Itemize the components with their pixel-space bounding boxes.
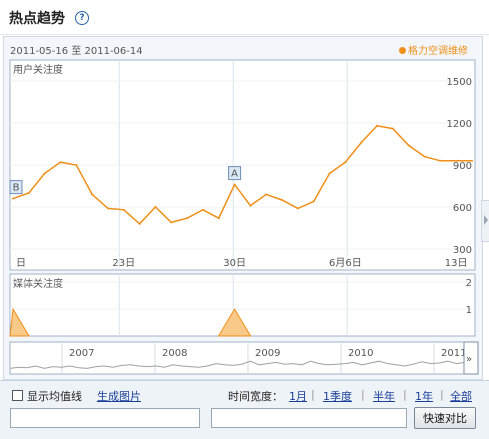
trend-chart: 用户关注度 日 23日 30日 6月6日 13日 300 600 900 1200 1500 B…	[9, 59, 479, 375]
user-data-point	[391, 127, 394, 130]
user-data-point	[376, 124, 379, 127]
user-data-point	[201, 208, 204, 211]
chevron-right-icon	[484, 215, 488, 225]
separator: |	[361, 388, 365, 401]
overview-year-label: 2008	[162, 348, 187, 359]
option-1-month[interactable]: 1月	[289, 388, 307, 404]
quick-compare-button[interactable]: 快速对比	[414, 407, 476, 429]
user-chart-title: 用户关注度	[13, 63, 63, 76]
user-data-point	[186, 217, 189, 220]
user-data-point	[43, 172, 46, 175]
separator: |	[440, 388, 444, 401]
separator: |	[403, 388, 407, 401]
keyword-input-2[interactable]	[211, 408, 407, 428]
option-1-year[interactable]: 1年	[415, 388, 433, 404]
user-data-point	[265, 193, 268, 196]
keyword-input-1[interactable]	[10, 408, 200, 428]
user-data-point	[59, 161, 62, 164]
option-all[interactable]: 全部	[450, 388, 472, 404]
option-half-year[interactable]: 半年	[373, 388, 395, 404]
user-data-point	[423, 155, 426, 158]
user-data-point	[328, 172, 331, 175]
overview-year-label: 2007	[69, 348, 94, 359]
overview-year-label: 2011	[441, 348, 466, 359]
show-average-checkbox[interactable]	[12, 390, 23, 401]
option-1-quarter[interactable]: 1季度	[323, 388, 352, 404]
separator: |	[311, 388, 315, 401]
overview-year-label: 2009	[255, 348, 280, 359]
y-tick-label: 1500	[447, 77, 472, 88]
y-tick-label: 1	[466, 305, 472, 316]
user-data-point	[154, 206, 157, 208]
user-data-point	[217, 217, 220, 220]
user-data-point	[27, 192, 30, 194]
user-data-point	[296, 207, 299, 210]
user-data-point	[344, 161, 347, 164]
generate-image-link[interactable]: 生成图片	[97, 388, 141, 404]
user-data-point	[170, 221, 173, 224]
y-tick-label: 2	[466, 278, 472, 289]
x-tick-label: 13日	[445, 258, 468, 269]
x-tick-label: 6月6日	[329, 257, 362, 269]
overview-year-label: 2010	[348, 348, 373, 359]
show-average-label: 显示均值线	[27, 390, 82, 403]
user-data-point	[122, 208, 125, 211]
overview-handle-icon[interactable]: »	[466, 354, 472, 365]
user-data-point	[91, 193, 94, 196]
user-data-point	[12, 197, 14, 200]
annotation-label[interactable]: B	[13, 183, 20, 194]
user-data-point	[75, 164, 78, 166]
user-data-point	[439, 159, 442, 162]
user-data-point	[138, 222, 141, 225]
y-tick-label: 1200	[447, 119, 472, 130]
time-width-label: 时间宽度：	[228, 390, 283, 403]
annotation-marker[interactable]: B	[9, 180, 23, 195]
right-collapse-tab[interactable]	[481, 200, 489, 242]
x-tick-label: 日	[16, 258, 26, 269]
user-data-point	[360, 141, 363, 144]
media-chart-title: 媒体关注度	[13, 277, 63, 290]
user-data-point	[281, 199, 284, 201]
x-tick-label: 30日	[223, 258, 246, 269]
user-data-point	[312, 200, 315, 203]
user-data-point	[106, 207, 109, 210]
x-tick-label: 23日	[112, 258, 135, 269]
y-tick-label: 300	[453, 245, 472, 256]
annotation-marker[interactable]: A	[228, 166, 242, 181]
user-data-point	[249, 204, 252, 207]
user-data-point	[407, 144, 410, 147]
annotation-label[interactable]: A	[231, 169, 238, 180]
y-tick-label: 600	[453, 203, 472, 214]
y-tick-label: 900	[453, 161, 472, 172]
user-data-point	[233, 183, 236, 186]
